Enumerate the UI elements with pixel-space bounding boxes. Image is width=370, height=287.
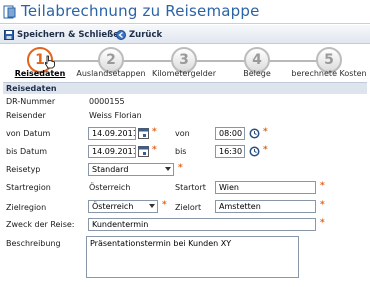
reisetyp-value: Standard [92, 165, 129, 174]
required-marker: * [152, 127, 157, 137]
page-title: Teilabrechnung zu Reisemappe [21, 2, 260, 20]
bis-zeit-input[interactable]: 16:30 [215, 145, 245, 158]
reisender-value: Weiss Florian [89, 111, 142, 120]
clock-icon[interactable] [249, 128, 260, 139]
back-button[interactable]: Zurück [116, 28, 162, 41]
von-zeit-label: von [175, 129, 190, 138]
step-1-label[interactable]: Reisedaten [15, 69, 66, 78]
back-arrow-icon [116, 29, 126, 40]
dropdown-arrow-icon [165, 167, 171, 171]
dr-nummer-label: DR-Nummer [6, 97, 56, 106]
required-marker: * [162, 200, 167, 210]
zielregion-value: Österreich [92, 202, 134, 211]
title-bar: Teilabrechnung zu Reisemappe [0, 0, 370, 24]
step-5-label[interactable]: berechnete Kosten [291, 69, 366, 78]
dropdown-arrow-icon [149, 204, 155, 208]
reisetyp-label: Reisetyp [6, 165, 41, 174]
von-datum-input[interactable]: 14.09.2011 [88, 127, 136, 140]
startort-input[interactable]: Wien [215, 181, 316, 194]
required-marker: * [178, 163, 183, 173]
required-marker: * [152, 145, 157, 155]
required-marker: * [263, 127, 268, 137]
bis-zeit-label: bis [175, 147, 187, 156]
required-marker: * [263, 145, 268, 155]
clock-icon[interactable] [249, 146, 260, 157]
startregion-value: Österreich [89, 183, 131, 192]
von-zeit-input[interactable]: 08:00 [215, 127, 245, 140]
beschreibung-label: Beschreibung [6, 239, 61, 248]
startort-label: Startort [175, 183, 206, 192]
bis-datum-label: bis Datum [6, 147, 48, 156]
toolbar: Speichern & Schließen Zurück [0, 25, 370, 44]
required-marker: * [320, 218, 325, 228]
hand-cursor-icon [45, 55, 55, 69]
step-2-label[interactable]: Auslandsetappen [76, 69, 145, 78]
document-icon [3, 5, 16, 19]
zweck-input[interactable]: Kundentermin [88, 218, 316, 231]
zweck-label: Zweck der Reise: [6, 220, 75, 229]
calendar-icon[interactable] [138, 146, 149, 157]
zielregion-label: Zielregion [6, 203, 47, 212]
required-marker: * [320, 200, 325, 210]
step-3-label[interactable]: Kilometergelder [152, 69, 216, 78]
zielort-label: Zielort [175, 203, 202, 212]
zielregion-select[interactable]: Österreich [88, 200, 158, 213]
reisender-label: Reisender [6, 111, 46, 120]
reisetyp-select[interactable]: Standard [88, 163, 174, 176]
beschreibung-textarea[interactable]: Präsentationstermin bei Kunden XY [86, 236, 299, 278]
zielort-input[interactable]: Amstetten [215, 200, 316, 213]
floppy-disk-icon [4, 29, 14, 40]
back-label: Zurück [129, 29, 163, 40]
startregion-label: Startregion [6, 183, 51, 192]
step-4-label[interactable]: Belege [243, 69, 271, 78]
calendar-icon[interactable] [138, 128, 149, 139]
von-datum-label: von Datum [6, 129, 51, 138]
save-close-button[interactable]: Speichern & Schließen [4, 28, 125, 41]
dr-nummer-value: 0000155 [89, 97, 125, 106]
save-close-label: Speichern & Schließen [17, 29, 126, 40]
section-header-reisedaten: Reisedaten [3, 82, 367, 94]
required-marker: * [320, 181, 325, 191]
bis-datum-input[interactable]: 14.09.2011 [88, 145, 136, 158]
